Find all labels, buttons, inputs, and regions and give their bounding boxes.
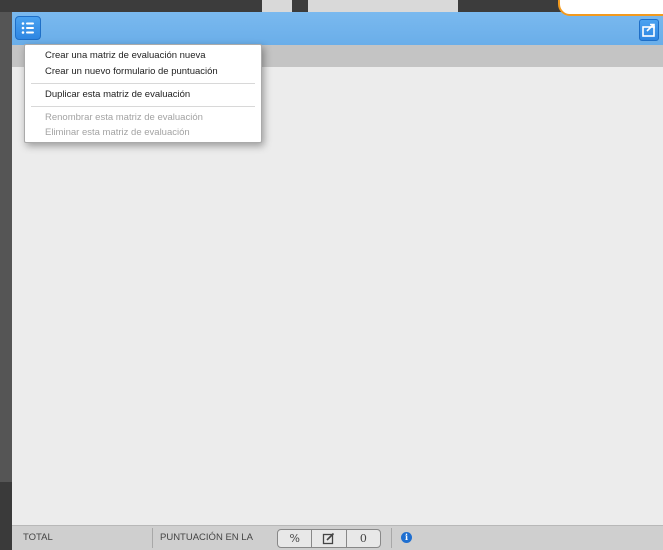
footer-bar: TOTAL PUNTUACIÓN EN LA % 0 i — [12, 525, 663, 550]
menu-item-create-score-form[interactable]: Crear un nuevo formulario de puntuación — [45, 66, 218, 78]
rubric-menu-dropdown: Crear una matriz de evaluación nueva Cre… — [24, 44, 262, 143]
menu-item-rename-rubric: Renombrar esta matriz de evaluación — [45, 112, 203, 123]
callout-bubble — [558, 0, 663, 16]
top-strip-segment — [308, 0, 458, 12]
menu-separator — [31, 83, 255, 84]
menu-button[interactable] — [15, 16, 41, 40]
menu-separator — [31, 106, 255, 107]
footer-divider — [152, 528, 153, 548]
edit-button[interactable] — [311, 530, 345, 547]
score-label: PUNTUACIÓN EN LA — [160, 532, 253, 543]
edit-icon — [322, 532, 335, 545]
score-mode-control: % 0 — [277, 529, 381, 548]
score-value: 0 — [345, 530, 380, 547]
footer-divider — [391, 528, 392, 548]
left-edge — [0, 12, 12, 550]
menu-item-create-rubric[interactable]: Crear una matriz de evaluación nueva — [45, 50, 206, 62]
info-icon[interactable]: i — [401, 532, 412, 543]
menu-item-delete-rubric: Eliminar esta matriz de evaluación — [45, 127, 190, 138]
top-strip-segment — [262, 0, 292, 12]
percent-button[interactable]: % — [278, 530, 311, 547]
list-icon — [21, 22, 34, 34]
left-edge-panel — [0, 12, 12, 482]
share-icon — [642, 23, 655, 37]
menu-item-duplicate-rubric[interactable]: Duplicar esta matriz de evaluación — [45, 89, 190, 101]
total-label: TOTAL — [23, 532, 53, 543]
share-button[interactable] — [639, 19, 659, 41]
toolbar — [12, 12, 663, 45]
